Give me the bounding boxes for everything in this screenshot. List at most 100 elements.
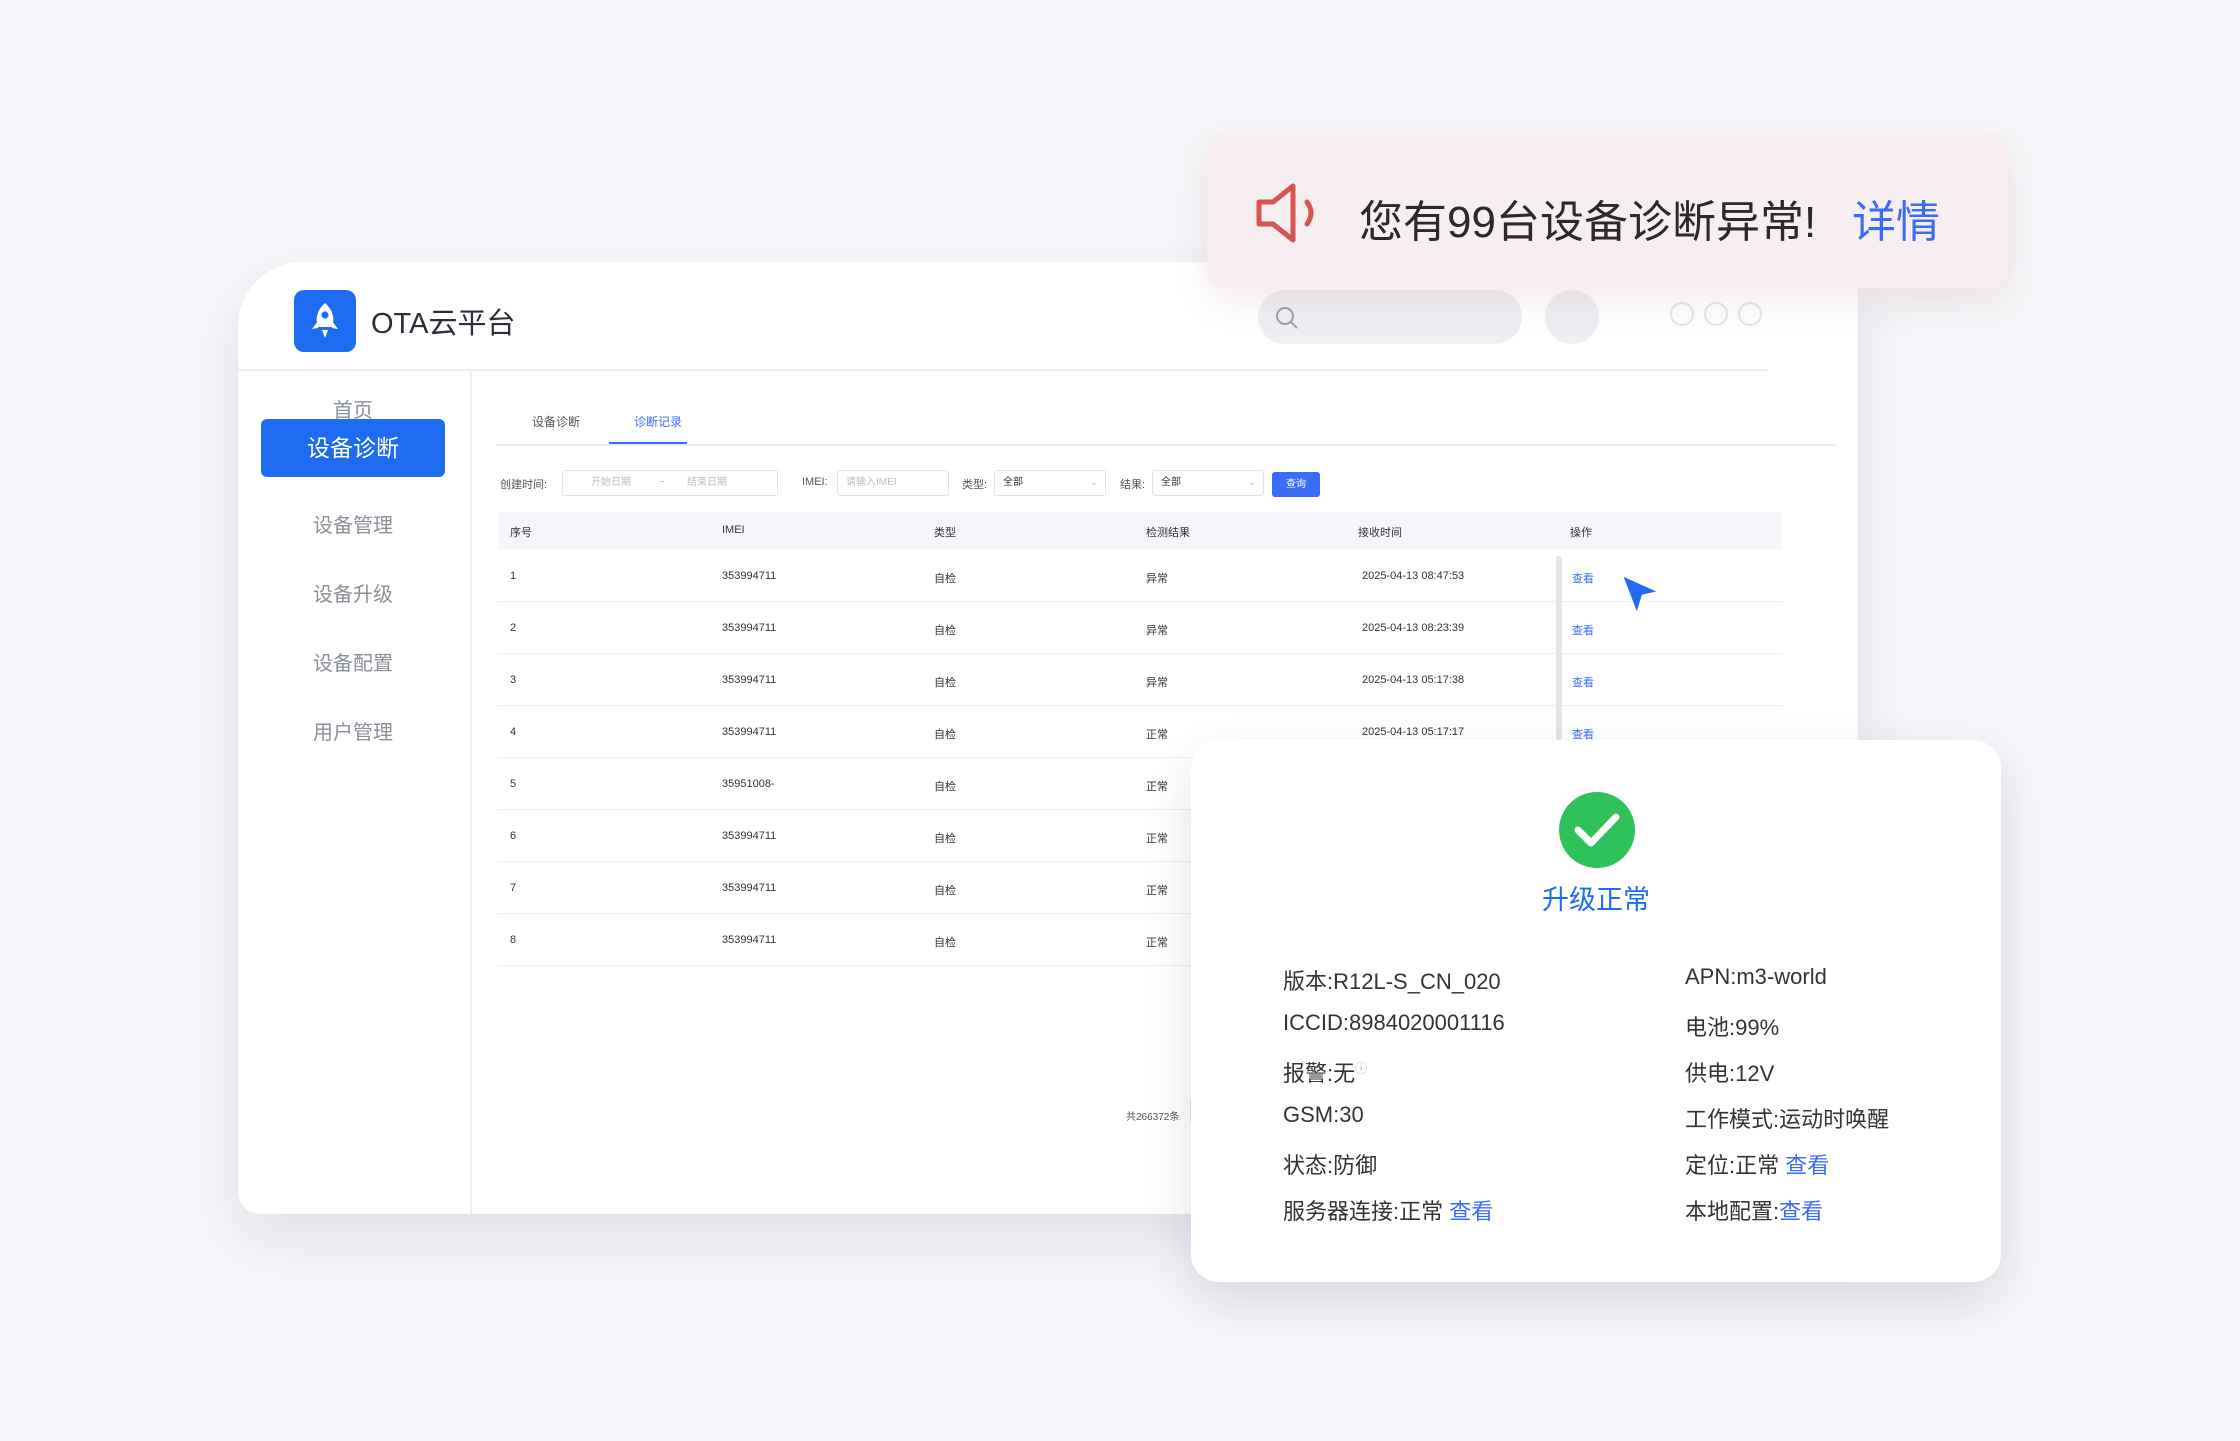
work-mode-value: 运动时唤醒 (1779, 1107, 1890, 1132)
gsm-field: GSM:30 (1283, 1102, 1364, 1128)
column-header: 类型 (934, 527, 956, 539)
sidebar-item-device-config[interactable]: 设备配置 (261, 635, 445, 693)
row-view-link[interactable]: 查看 (1572, 674, 1594, 690)
start-date-input[interactable]: 开始日期 (591, 471, 631, 495)
sidebar-item-device-upgrade[interactable]: 设备升级 (261, 566, 445, 624)
row-result: 正常 (1146, 729, 1168, 741)
row-result: 正常 (1146, 885, 1168, 897)
alert-details-link[interactable]: 详情 (1852, 186, 1940, 250)
table-scrollbar[interactable] (1556, 556, 1562, 740)
field-label: 本地配置: (1685, 1199, 1780, 1224)
row-time: 2025-04-13 08:23:39 (1362, 622, 1465, 634)
apn-field: APN:m3-world (1685, 964, 1827, 990)
field-label: 工作模式: (1685, 1107, 1780, 1132)
server-connection-view-link[interactable]: 查看 (1449, 1199, 1493, 1224)
row-type: 自检 (934, 573, 956, 585)
pagination-total: 共266372条 (1126, 1112, 1180, 1123)
result-status-title: 升级正常 (1542, 885, 1650, 915)
query-button[interactable]: 查询 (1272, 472, 1320, 497)
state-value: 防御 (1333, 1153, 1378, 1178)
date-range-picker[interactable]: 开始日期 ~ 结束日期 (562, 470, 778, 496)
field-label: 版本: (1283, 969, 1334, 994)
column-header: 接收时间 (1358, 527, 1402, 539)
gsm-value: 30 (1339, 1102, 1364, 1127)
type-select-value: 全部 (1003, 477, 1023, 488)
created-time-label: 创建时间: (500, 479, 548, 491)
window-control-dot[interactable] (1704, 302, 1728, 326)
alert-message: 您有99台设备诊断异常! (1359, 198, 1817, 247)
search-icon (1276, 307, 1298, 329)
column-header: 序号 (510, 527, 532, 539)
row-view-link[interactable]: 查看 (1572, 622, 1594, 638)
work-mode-field: 工作模式:运动时唤醒 (1685, 1102, 1889, 1134)
sidebar-item-device-diagnosis[interactable]: 设备诊断 (261, 419, 445, 477)
location-view-link[interactable]: 查看 (1785, 1153, 1829, 1178)
local-config-view-link[interactable]: 查看 (1779, 1199, 1823, 1224)
row-imei: 353994711 (722, 674, 777, 686)
date-range-separator: ~ (659, 477, 665, 488)
row-time: 2025-04-13 05:17:17 (1362, 726, 1465, 738)
window-control-dot[interactable] (1670, 302, 1694, 326)
power-supply-field: 供电:12V (1685, 1056, 1774, 1088)
field-label: 供电: (1685, 1061, 1736, 1086)
row-view-link[interactable]: 查看 (1572, 570, 1594, 586)
row-imei: 353994711 (722, 934, 777, 946)
row-number: 4 (510, 726, 517, 738)
column-header: 操作 (1570, 527, 1592, 539)
search-input[interactable] (1258, 290, 1522, 344)
sidebar-item-device-management[interactable]: 设备管理 (261, 497, 445, 555)
field-label: ICCID: (1283, 1010, 1349, 1035)
row-number: 8 (510, 934, 517, 946)
result-label: 结果: (1120, 479, 1146, 491)
field-label: 定位: (1685, 1153, 1736, 1178)
tab-device-diagnosis[interactable]: 设备诊断 (532, 413, 580, 430)
power-supply-value: 12V (1735, 1061, 1775, 1086)
row-type: 自检 (934, 885, 956, 897)
end-date-input[interactable]: 结束日期 (687, 471, 727, 495)
diagnosis-result-card: 升级正常 版本:R12L-S_CN_020 ICCID:898402000111… (1191, 740, 2001, 1282)
avatar[interactable] (1545, 290, 1599, 344)
iccid-value: 8984020001116 (1349, 1010, 1505, 1035)
imei-input[interactable]: 请输入IMEI (837, 470, 949, 496)
chevron-down-icon: ⌄ (1089, 477, 1098, 488)
version-value: R12L-S_CN_020 (1333, 969, 1501, 994)
speaker-icon (1256, 183, 1314, 243)
row-time: 2025-04-13 08:47:53 (1362, 570, 1465, 582)
mouse-pointer-icon (1619, 572, 1663, 618)
chevron-down-icon: ⌄ (1247, 477, 1256, 488)
sidebar-item-user-management[interactable]: 用户管理 (261, 704, 445, 762)
result-select[interactable]: 全部 ⌄ (1152, 470, 1264, 496)
server-connection-field: 服务器连接:正常 查看 (1283, 1194, 1493, 1226)
row-type: 自检 (934, 729, 956, 741)
row-time: 2025-04-13 05:17:38 (1362, 674, 1465, 686)
row-number: 7 (510, 882, 517, 894)
row-number: 3 (510, 674, 517, 686)
window-control-dot[interactable] (1738, 302, 1762, 326)
result-select-value: 全部 (1161, 477, 1181, 488)
alarm-field: 报警:无ⓘ (1283, 1056, 1367, 1088)
column-header: IMEI (722, 524, 745, 536)
type-label: 类型: (962, 479, 988, 491)
field-label: 服务器连接: (1283, 1199, 1400, 1224)
row-type: 自检 (934, 781, 956, 793)
alarm-value: 无 (1333, 1061, 1356, 1086)
row-type: 自检 (934, 625, 956, 637)
tabs-divider (496, 444, 1836, 446)
server-connection-value: 正常 (1399, 1199, 1444, 1224)
tab-diagnosis-records[interactable]: 诊断记录 (634, 413, 682, 430)
location-field: 定位:正常 查看 (1685, 1148, 1829, 1180)
apn-value: m3-world (1736, 964, 1827, 989)
battery-field: 电池:99% (1685, 1010, 1779, 1042)
battery-value: 99% (1735, 1015, 1780, 1040)
info-icon[interactable]: ⓘ (1355, 1062, 1367, 1076)
row-number: 6 (510, 830, 517, 842)
table-row: 2 353994711 自检 异常 2025-04-13 08:23:39 查看 (498, 602, 1782, 654)
state-field: 状态:防御 (1283, 1148, 1377, 1180)
type-select[interactable]: 全部 ⌄ (994, 470, 1106, 496)
diagnosis-alert-banner: 您有99台设备诊断异常! 详情 (1207, 132, 2007, 288)
row-number: 1 (510, 570, 517, 582)
version-field: 版本:R12L-S_CN_020 (1283, 964, 1501, 996)
app-title: OTA云平台 (371, 308, 516, 340)
row-result: 异常 (1146, 573, 1168, 585)
sidebar: 首页 设备诊断 设备管理 设备升级 设备配置 用户管理 (238, 370, 472, 1214)
